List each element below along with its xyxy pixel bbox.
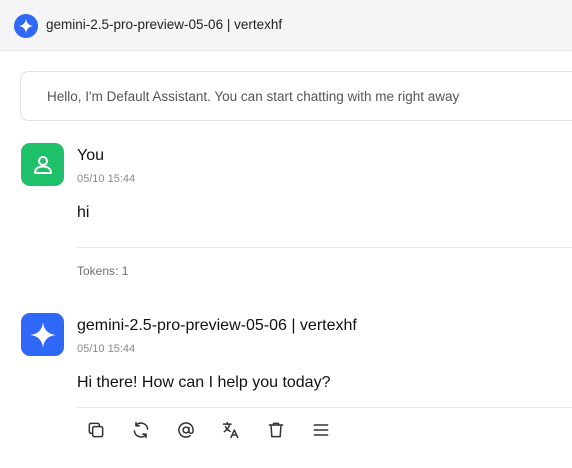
mention-icon: [178, 422, 194, 438]
copy-button[interactable]: [84, 418, 108, 442]
user-icon: [33, 155, 52, 174]
regenerate-icon: [133, 421, 149, 439]
sparkle-icon: [29, 321, 56, 348]
message-time: 05/10 15:44: [77, 173, 136, 185]
sparkle-icon: [14, 14, 38, 38]
delete-button[interactable]: [264, 418, 288, 442]
more-menu-icon: [313, 424, 329, 436]
user-avatar: [21, 143, 64, 186]
delete-icon: [268, 422, 284, 438]
chat-app: gemini-2.5-pro-preview-05-06 | vertexhf …: [0, 0, 572, 468]
regenerate-button[interactable]: [129, 418, 153, 442]
copy-icon: [88, 422, 104, 438]
chat-header: gemini-2.5-pro-preview-05-06 | vertexhf: [0, 0, 572, 51]
message-time: 05/10 15:44: [77, 343, 136, 355]
message-divider: [77, 407, 572, 408]
message-content: hi: [77, 204, 90, 221]
greeting-text: Hello, I'm Default Assistant. You can st…: [47, 89, 460, 104]
message-sender: You: [77, 147, 104, 164]
translate-icon: [222, 421, 239, 439]
model-title: gemini-2.5-pro-preview-05-06 | vertexhf: [46, 17, 283, 32]
message-divider: [77, 247, 572, 248]
token-count: Tokens: 1: [77, 264, 129, 278]
message-content: Hi there! How can I help you today?: [77, 374, 331, 391]
message-sender: gemini-2.5-pro-preview-05-06 | vertexhf: [77, 317, 357, 334]
more-menu-button[interactable]: [309, 418, 333, 442]
mention-button[interactable]: [174, 418, 198, 442]
translate-button[interactable]: [219, 418, 243, 442]
assistant-avatar: [21, 313, 64, 356]
greeting-box: Hello, I'm Default Assistant. You can st…: [20, 71, 572, 121]
